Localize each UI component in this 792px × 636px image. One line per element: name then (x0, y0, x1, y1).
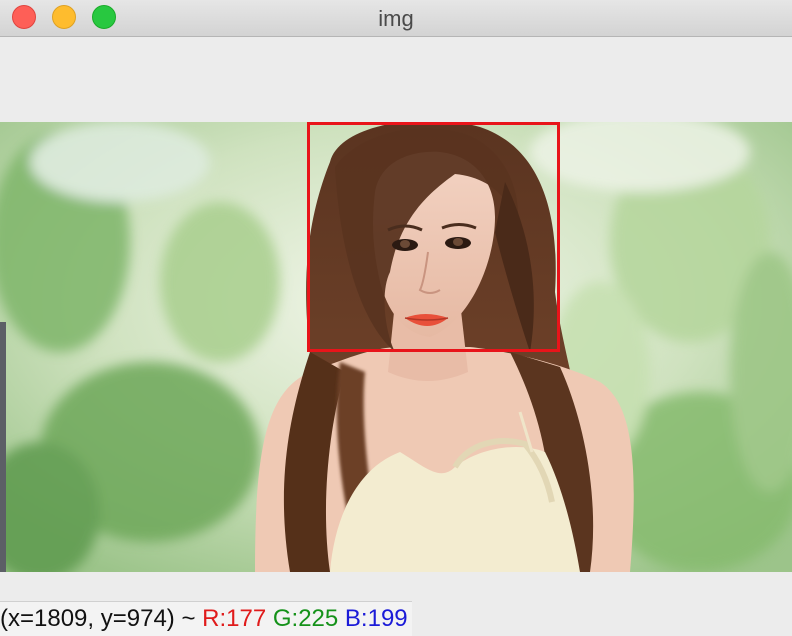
window-title: img (378, 6, 414, 31)
blue-value: B:199 (344, 605, 408, 632)
status-bar: (x=1809, y=974) ~ R:177 G:225 B:199 (0, 601, 412, 636)
image-viewer-window: img (x=1809, y=974) ~ R:177 G:225 B:199 (0, 0, 792, 636)
toolbar-area (0, 37, 792, 122)
green-value: G:225 (272, 605, 339, 632)
displayed-photo (0, 122, 792, 572)
image-canvas[interactable] (0, 122, 792, 572)
title-bar: img (0, 0, 792, 37)
red-value: R:177 (202, 605, 267, 632)
cursor-coordinates: (x=1809, y=974) ~ (0, 605, 203, 632)
